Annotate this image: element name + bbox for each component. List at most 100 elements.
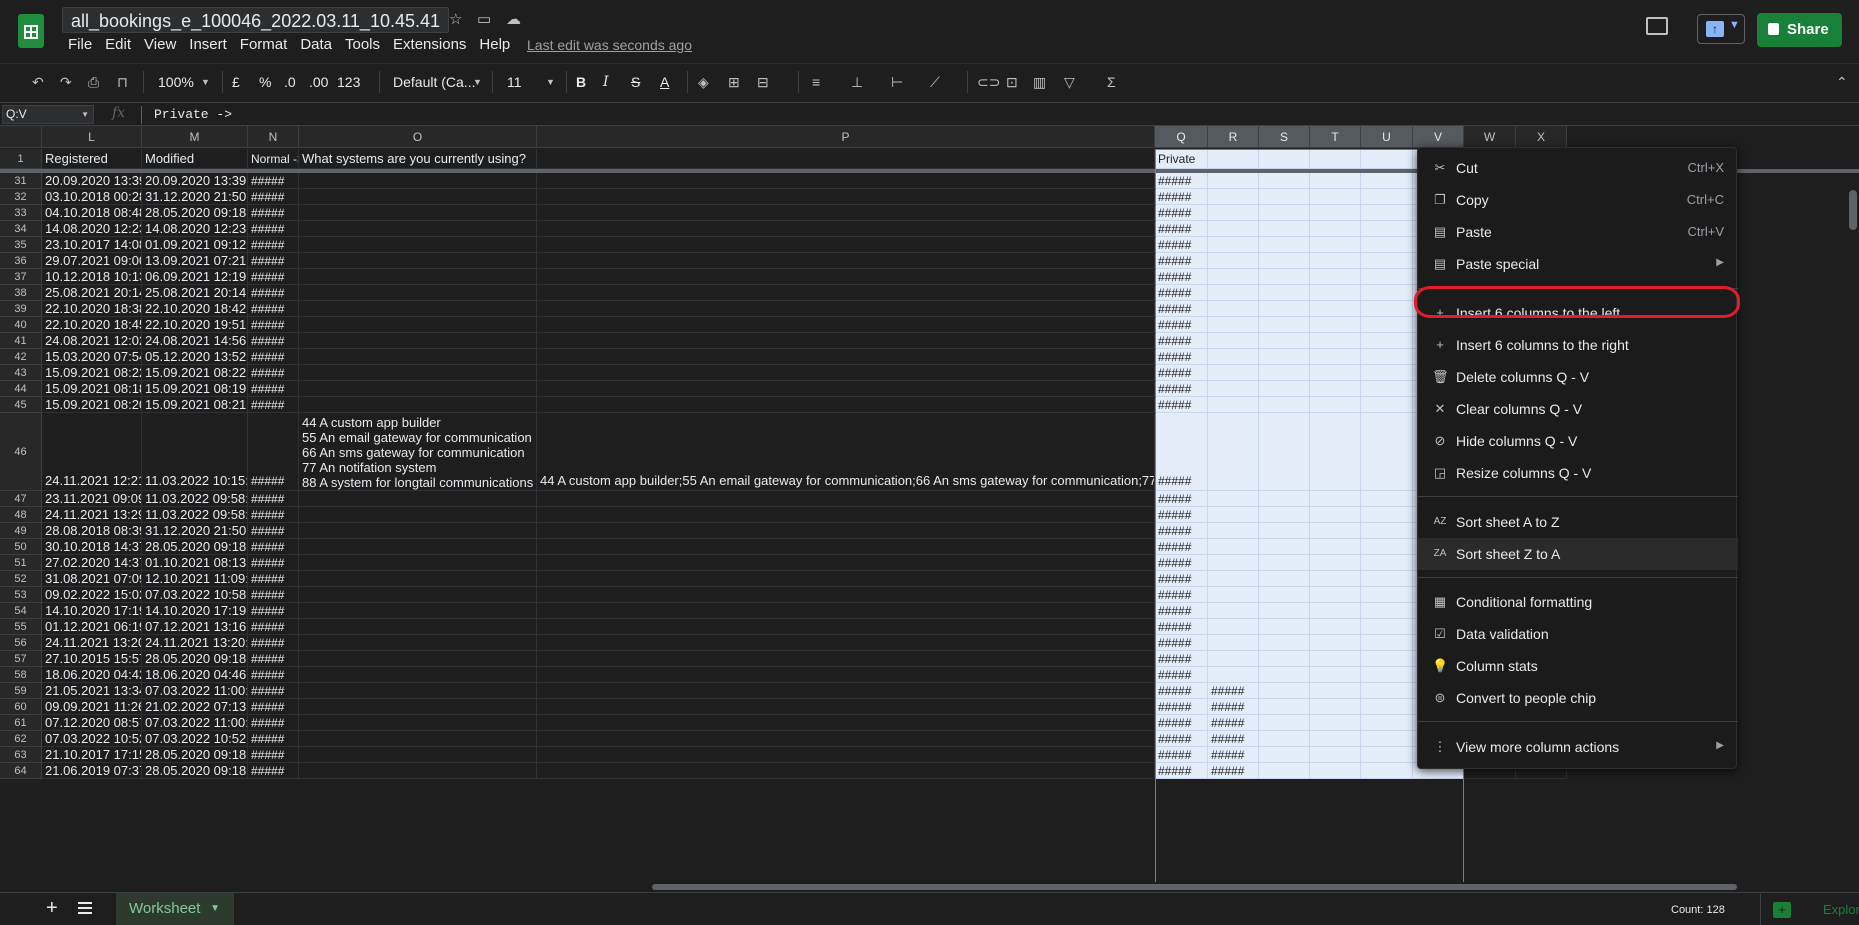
cell-s[interactable] — [1259, 381, 1310, 397]
cell-r[interactable] — [1208, 523, 1259, 539]
cell-p[interactable] — [537, 269, 1155, 285]
cell-t[interactable] — [1310, 587, 1361, 603]
insert-chart-icon[interactable]: ▥ — [1033, 73, 1046, 91]
cell-r[interactable] — [1208, 317, 1259, 333]
cell-u[interactable] — [1361, 205, 1413, 221]
menu-item-data-validation[interactable]: ☑ Data validation — [1418, 618, 1738, 650]
cell-q[interactable]: ##### — [1155, 507, 1208, 523]
cell-u[interactable] — [1361, 699, 1413, 715]
cell-s[interactable] — [1259, 667, 1310, 683]
cell-l[interactable]: 25.08.2021 20:14:39 — [42, 285, 142, 301]
column-header-s[interactable]: S — [1259, 126, 1310, 148]
cell-p[interactable] — [537, 539, 1155, 555]
menu-data[interactable]: Data — [300, 36, 332, 54]
cell-r[interactable]: ##### — [1208, 715, 1259, 731]
cell-s[interactable] — [1259, 539, 1310, 555]
cell-t[interactable] — [1310, 491, 1361, 507]
cell-r[interactable] — [1208, 587, 1259, 603]
cell-n[interactable]: ##### — [248, 301, 299, 317]
cell-n[interactable]: ##### — [248, 651, 299, 667]
vertical-align-icon[interactable]: ⊥ — [851, 73, 863, 91]
cell-r[interactable] — [1208, 189, 1259, 205]
cell-p[interactable] — [537, 731, 1155, 747]
last-edit-link[interactable]: Last edit was seconds ago — [527, 37, 692, 53]
cell-u[interactable] — [1361, 253, 1413, 269]
cell-m[interactable]: 31.12.2020 21:50:02 — [142, 189, 248, 205]
cell-p[interactable] — [537, 699, 1155, 715]
cell-s[interactable] — [1259, 587, 1310, 603]
cell-n[interactable]: ##### — [248, 603, 299, 619]
row-number[interactable]: 52 — [0, 571, 42, 587]
column-header-o[interactable]: O — [299, 126, 537, 148]
cell-r[interactable] — [1208, 381, 1259, 397]
cell-u[interactable] — [1361, 381, 1413, 397]
cell-s[interactable] — [1259, 237, 1310, 253]
filter-icon[interactable]: ▽ — [1064, 73, 1075, 91]
menu-item-resize-columns[interactable]: ◲ Resize columns Q - V — [1418, 457, 1738, 489]
comment-history-icon[interactable] — [1646, 17, 1668, 35]
menu-item-paste[interactable]: ▤ Paste Ctrl+V — [1418, 216, 1738, 248]
row-number[interactable]: 36 — [0, 253, 42, 269]
percent-format-button[interactable]: % — [259, 73, 271, 91]
cell-q[interactable]: ##### — [1155, 587, 1208, 603]
cell-n[interactable]: ##### — [248, 699, 299, 715]
column-header-p[interactable]: P — [537, 126, 1155, 148]
cell-u[interactable] — [1361, 397, 1413, 413]
cell-u[interactable] — [1361, 189, 1413, 205]
cell-l[interactable]: 15.03.2020 07:54:02 — [42, 349, 142, 365]
functions-icon[interactable]: Σ — [1107, 73, 1116, 91]
cell-m[interactable]: 22.10.2020 18:42:28 — [142, 301, 248, 317]
cell-o[interactable] — [299, 397, 537, 413]
cell-q[interactable]: ##### — [1155, 189, 1208, 205]
cell-s[interactable] — [1259, 269, 1310, 285]
cell-l[interactable]: 15.09.2021 08:22:33 — [42, 365, 142, 381]
cell-p[interactable] — [537, 349, 1155, 365]
cell-t[interactable] — [1310, 381, 1361, 397]
cell-n[interactable]: ##### — [248, 173, 299, 189]
cell-u[interactable] — [1361, 731, 1413, 747]
cell-r[interactable] — [1208, 603, 1259, 619]
cell-o[interactable] — [299, 189, 537, 205]
explore-button[interactable]: + Explore — [1760, 894, 1859, 925]
row-number[interactable]: 61 — [0, 715, 42, 731]
cell-n[interactable]: ##### — [248, 523, 299, 539]
cell-t[interactable] — [1310, 413, 1361, 491]
cell-m[interactable]: 21.02.2022 07:13:25 — [142, 699, 248, 715]
cell-q[interactable]: ##### — [1155, 651, 1208, 667]
text-color-icon[interactable]: A — [660, 73, 669, 91]
row-number[interactable]: 37 — [0, 269, 42, 285]
cell-m[interactable]: 06.09.2021 12:19:22 — [142, 269, 248, 285]
cell-m[interactable]: 01.10.2021 08:13:55 — [142, 555, 248, 571]
cell-m[interactable]: 07.03.2022 10:58:21 — [142, 587, 248, 603]
cell-o[interactable] — [299, 523, 537, 539]
insert-comment-icon[interactable]: ⊡ — [1006, 73, 1018, 91]
cell-u[interactable] — [1361, 333, 1413, 349]
row-number[interactable]: 43 — [0, 365, 42, 381]
cell-u[interactable] — [1361, 269, 1413, 285]
cell-t[interactable] — [1310, 237, 1361, 253]
cell-n[interactable]: ##### — [248, 491, 299, 507]
cell-p[interactable] — [537, 763, 1155, 779]
cell-o[interactable] — [299, 667, 537, 683]
cell-u[interactable] — [1361, 587, 1413, 603]
row-number[interactable]: 44 — [0, 381, 42, 397]
cell-t[interactable] — [1310, 269, 1361, 285]
cell-q[interactable]: ##### — [1155, 285, 1208, 301]
cell-m[interactable]: 05.12.2020 13:52:57 — [142, 349, 248, 365]
cell-o[interactable] — [299, 491, 537, 507]
column-header-u[interactable]: U — [1361, 126, 1413, 148]
cell-p[interactable] — [537, 555, 1155, 571]
cell-n[interactable]: ##### — [248, 587, 299, 603]
cell-m[interactable]: 31.12.2020 21:50:02 — [142, 523, 248, 539]
cell-n[interactable]: ##### — [248, 763, 299, 779]
cell-o[interactable] — [299, 173, 537, 189]
cell-o[interactable] — [299, 635, 537, 651]
cell-r[interactable] — [1208, 635, 1259, 651]
cell-s[interactable] — [1259, 413, 1310, 491]
cell-n[interactable]: ##### — [248, 507, 299, 523]
merge-cells-icon[interactable]: ⊟ — [757, 73, 769, 91]
cell-o[interactable] — [299, 651, 537, 667]
cell-s[interactable] — [1259, 397, 1310, 413]
document-title[interactable]: all_bookings_e_100046_2022.03.11_10.45.4… — [62, 7, 450, 33]
cell-t[interactable] — [1310, 539, 1361, 555]
